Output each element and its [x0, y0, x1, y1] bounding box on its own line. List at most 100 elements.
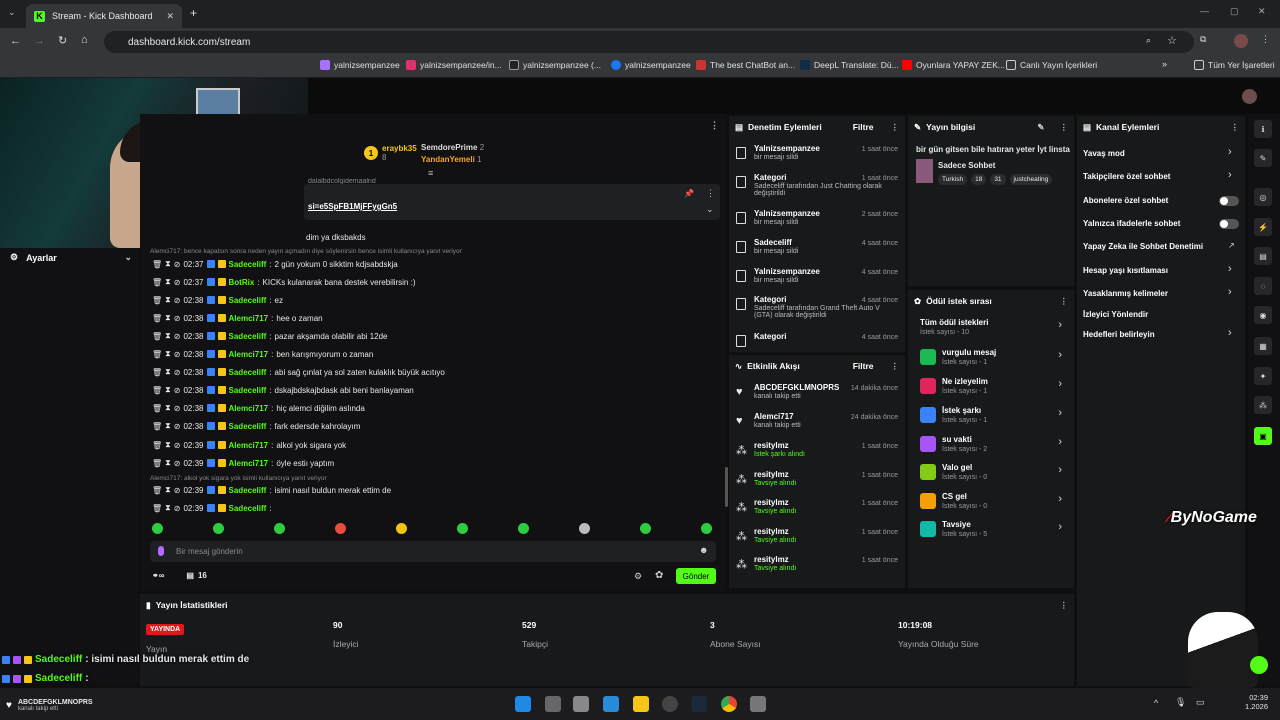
- timeout-icon[interactable]: ⧗: [165, 259, 171, 269]
- extension-icon[interactable]: ▣: [1254, 427, 1272, 445]
- ban-icon[interactable]: ⊘: [174, 350, 181, 359]
- chat-settings-icon[interactable]: ⚙: [634, 571, 642, 582]
- chat-scrollbar[interactable]: [725, 467, 728, 507]
- mod-action-item[interactable]: Sadeceliff bir mesajı sildi 4 saat önce: [736, 238, 902, 266]
- bookmark-item[interactable]: DeepL Translate: Dü...: [800, 60, 899, 70]
- task-view-icon[interactable]: [545, 696, 561, 712]
- reward-item[interactable]: CS gel İstek sayısı - 0 ›: [920, 491, 1066, 517]
- chat-username[interactable]: Sadeceliff: [229, 504, 267, 513]
- window-close-icon[interactable]: ✕: [1258, 6, 1266, 17]
- reward-item[interactable]: su vakti İstek sayısı - 2 ›: [920, 434, 1066, 460]
- chat-username[interactable]: Sadeceliff: [229, 296, 267, 305]
- ban-icon[interactable]: ⊘: [174, 386, 181, 395]
- chat-menu-icon[interactable]: ⋮: [710, 120, 719, 131]
- timeout-icon[interactable]: ⧗: [165, 421, 171, 431]
- target-icon[interactable]: ◎: [1254, 188, 1272, 206]
- all-bookmarks[interactable]: Tüm Yer İşaretleri: [1194, 60, 1275, 70]
- tab-close-icon[interactable]: ✕: [166, 11, 174, 22]
- ban-icon[interactable]: ⊘: [174, 314, 181, 323]
- user-avatar[interactable]: [1242, 89, 1257, 104]
- bookmark-folder[interactable]: Canlı Yayın İçerikleri: [1006, 60, 1097, 70]
- pinned-message[interactable]: si=e5SpFB1MjFFygGn5 📌 ⋮ ⌄: [304, 184, 720, 220]
- tray-arrow-icon[interactable]: ^: [1154, 698, 1158, 708]
- mod-filter-button[interactable]: Filtre: [853, 122, 874, 132]
- timeout-icon[interactable]: ⧗: [165, 367, 171, 377]
- channel-action-item[interactable]: Hedefleri belirleyin: [1083, 330, 1155, 339]
- chat-username[interactable]: Sadeceliff: [229, 332, 267, 341]
- browser-tab[interactable]: K Stream - Kick Dashboard ✕: [26, 4, 182, 28]
- ban-icon[interactable]: ⊘: [174, 278, 181, 287]
- timeout-icon[interactable]: ⧗: [165, 403, 171, 413]
- app-icon[interactable]: [573, 696, 589, 712]
- chat-bubble-icon[interactable]: ◌: [1254, 277, 1272, 295]
- delete-icon[interactable]: 🗑: [152, 296, 162, 305]
- ban-icon[interactable]: ⊘: [174, 441, 181, 450]
- chevron-right-icon[interactable]: ›: [1228, 327, 1232, 339]
- chevron-right-icon[interactable]: ›: [1228, 146, 1232, 158]
- emote-icon[interactable]: [701, 523, 712, 534]
- timeout-icon[interactable]: ⧗: [165, 277, 171, 287]
- chat-username[interactable]: Alemci717: [229, 404, 269, 413]
- url-field[interactable]: dashboard.kick.com/stream: [104, 31, 1194, 53]
- chat-username[interactable]: Alemci717: [229, 314, 269, 323]
- chrome-icon[interactable]: [721, 696, 737, 712]
- browser-menu-icon[interactable]: ⋮: [1261, 34, 1270, 45]
- zoom-icon[interactable]: ⌕: [1146, 35, 1151, 46]
- delete-icon[interactable]: 🗑: [152, 422, 162, 431]
- mod-action-item[interactable]: Yalnizsempanzee bir mesajı sildi 1 saat ön…: [736, 144, 902, 172]
- file-explorer-icon[interactable]: [633, 696, 649, 712]
- clipboard-icon[interactable]: ▤: [1254, 247, 1272, 265]
- ban-icon[interactable]: ⊘: [174, 260, 181, 269]
- delete-icon[interactable]: 🗑: [152, 504, 162, 513]
- channel-action-item[interactable]: Takipçilere özel sohbet: [1083, 172, 1170, 181]
- timeout-icon[interactable]: ⧗: [165, 503, 171, 513]
- chat-input[interactable]: Bir mesaj gönderin ☻: [150, 541, 716, 562]
- bookmark-item[interactable]: yalnizsempanzee: [611, 60, 691, 70]
- emote-picker-icon[interactable]: ✿: [655, 570, 663, 581]
- mod-menu-icon[interactable]: ⋮: [891, 122, 900, 133]
- delete-icon[interactable]: 🗑: [152, 278, 162, 287]
- activity-filter-button[interactable]: Filtre: [853, 361, 874, 371]
- emote-icon[interactable]: [579, 523, 590, 534]
- toggle-switch[interactable]: [1219, 219, 1239, 229]
- emote-icon[interactable]: [213, 523, 224, 534]
- media-icon[interactable]: ▦: [1254, 337, 1272, 355]
- broadcast-icon[interactable]: ◉: [1254, 306, 1272, 324]
- home-icon[interactable]: ⌂: [81, 34, 88, 46]
- network-icon[interactable]: ▭: [1196, 697, 1205, 708]
- chat-username[interactable]: Alemci717: [229, 350, 269, 359]
- toggle-switch[interactable]: [1219, 196, 1239, 206]
- all-rewards-item[interactable]: Tüm ödül istekleri İstek sayısı - 10 ›: [920, 317, 1066, 343]
- reward-item[interactable]: Valo gel İstek sayısı - 0 ›: [920, 462, 1066, 488]
- mic-tray-icon[interactable]: 🎙: [1175, 697, 1186, 708]
- chat-username[interactable]: Sadeceliff: [229, 486, 267, 495]
- mod-action-item[interactable]: Yalnizsempanzee bir mesajı sildi 4 saat ön…: [736, 267, 902, 295]
- pin-icon[interactable]: 📌: [684, 189, 694, 198]
- emote-icon[interactable]: [274, 523, 285, 534]
- windows-start-icon[interactable]: [515, 696, 531, 712]
- ban-icon[interactable]: ⊘: [174, 422, 181, 431]
- edit-icon[interactable]: ✎: [1037, 122, 1044, 133]
- forward-icon[interactable]: →: [34, 35, 45, 47]
- chevron-right-icon[interactable]: ›: [1228, 286, 1232, 298]
- reload-icon[interactable]: ↻: [58, 34, 67, 47]
- more-bookmarks-icon[interactable]: »: [1162, 59, 1167, 69]
- chat-username[interactable]: BotRix: [229, 278, 255, 287]
- delete-icon[interactable]: 🗑: [152, 368, 162, 377]
- delete-icon[interactable]: 🗑: [152, 350, 162, 359]
- tab-search-icon[interactable]: ⌄: [8, 7, 16, 18]
- reward-item[interactable]: vurgulu mesaj İstek sayısı - 1 ›: [920, 347, 1066, 373]
- chat-username[interactable]: Sadeceliff: [229, 260, 267, 269]
- chevron-right-icon[interactable]: ›: [1228, 263, 1232, 275]
- delete-icon[interactable]: 🗑: [152, 441, 162, 450]
- timeout-icon[interactable]: ⧗: [165, 295, 171, 305]
- expand-icon[interactable]: ≡: [428, 168, 433, 178]
- emote-icon[interactable]: [335, 523, 346, 534]
- link-icon[interactable]: ⚭∞: [152, 571, 164, 580]
- pencil-icon[interactable]: ✎: [1254, 149, 1272, 167]
- timeout-icon[interactable]: ⧗: [165, 331, 171, 341]
- reward-item[interactable]: İstek şarkı İstek sayısı - 1 ›: [920, 405, 1066, 431]
- back-icon[interactable]: ←: [10, 35, 21, 47]
- clock[interactable]: 02:39 1.2026: [1240, 693, 1268, 711]
- emote-icon[interactable]: [396, 523, 407, 534]
